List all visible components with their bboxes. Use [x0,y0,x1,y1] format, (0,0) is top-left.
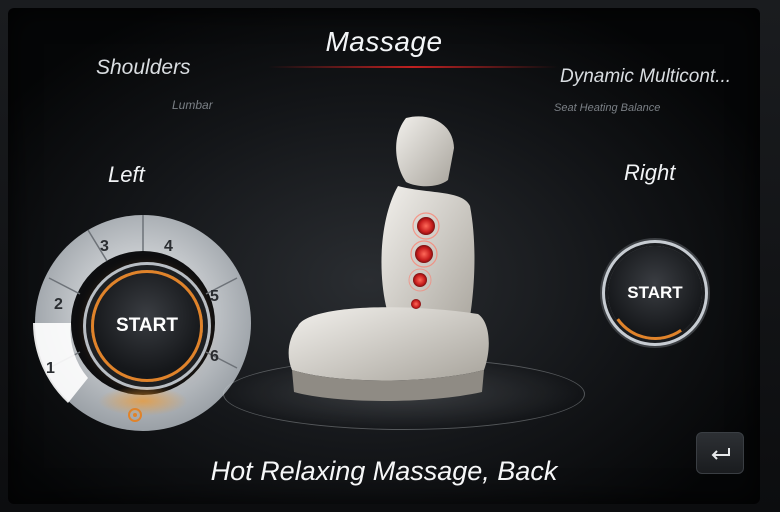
left-start-button[interactable]: START [91,270,203,382]
massage-screen: Massage Shoulders Lumbar Dynamic Multico… [8,8,760,504]
option-dynamic-multicontour[interactable]: Dynamic Multicont... [560,66,731,88]
title-accent-line [268,66,558,68]
left-intensity-dial[interactable]: 1 2 3 4 5 6 START [28,208,258,438]
seat-illustration [288,116,489,401]
back-button[interactable] [696,432,744,474]
intensity-segment-2[interactable]: 2 [54,296,63,314]
intensity-segment-6[interactable]: 6 [210,348,219,366]
option-shoulders[interactable]: Shoulders [96,56,191,80]
massage-indicator-icon [128,408,142,422]
active-glow [98,386,188,416]
intensity-segment-5[interactable]: 5 [210,288,219,306]
option-lumbar[interactable]: Lumbar [172,98,213,112]
intensity-segment-3[interactable]: 3 [100,238,109,256]
intensity-segment-1[interactable]: 1 [46,360,55,378]
back-icon [711,448,730,460]
left-seat-label: Left [108,162,145,187]
page-title: Massage [325,26,443,57]
right-seat-label: Right [624,160,676,185]
intensity-segment-4[interactable]: 4 [164,238,173,256]
massage-program-status: Hot Relaxing Massage, Back [210,456,558,486]
option-seat-heating-balance[interactable]: Seat Heating Balance [554,102,660,114]
right-start-arc [600,238,710,348]
